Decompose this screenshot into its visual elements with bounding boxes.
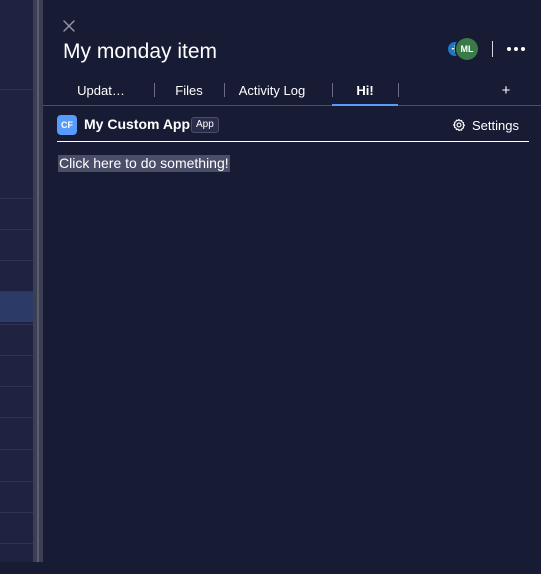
dot-icon [521,47,525,51]
tab-activity-log[interactable]: Activity Log [225,76,319,105]
board-row [0,260,33,291]
header-divider [492,41,493,57]
board-row-selected [0,291,33,322]
dot-icon [507,47,511,51]
board-row [0,481,33,512]
more-options-button[interactable] [507,47,525,51]
board-row [0,512,33,543]
close-button[interactable] [59,16,79,36]
dot-icon [514,47,518,51]
board-row [0,355,33,386]
app-logo-icon: CF [57,115,77,135]
board-row [0,89,33,120]
board-row [0,417,33,448]
do-something-link[interactable]: Click here to do something! [58,155,230,172]
board-row [0,543,33,574]
avatar[interactable]: ML [456,38,478,60]
tab-files[interactable]: Files [155,76,223,105]
subscribers[interactable]: + ML [448,38,478,60]
board-background [0,0,33,562]
app-badge: App [191,117,219,133]
tab-hi[interactable]: Hi! [332,76,398,106]
item-panel: My monday item + ML Updat… Files Activit… [43,0,541,562]
tab-bar: Updat… Files Activity Log Hi! + [43,76,541,106]
app-name: My Custom App [84,116,191,132]
board-row [0,324,33,355]
tab-updates[interactable]: Updat… [61,76,141,105]
close-icon [63,20,75,32]
settings-label: Settings [472,117,519,133]
tab-separator [398,83,399,97]
add-view-button[interactable]: + [497,76,515,105]
board-row [0,229,33,260]
board-row [0,386,33,417]
settings-button[interactable]: Settings [452,116,519,134]
gear-icon [452,118,466,132]
panel-resize-handle[interactable] [33,0,43,562]
item-title[interactable]: My monday item [63,40,217,64]
board-row [0,198,33,229]
board-row [0,449,33,480]
app-header: CF My Custom App App Settings [57,114,529,142]
header-actions: + ML [448,38,525,60]
